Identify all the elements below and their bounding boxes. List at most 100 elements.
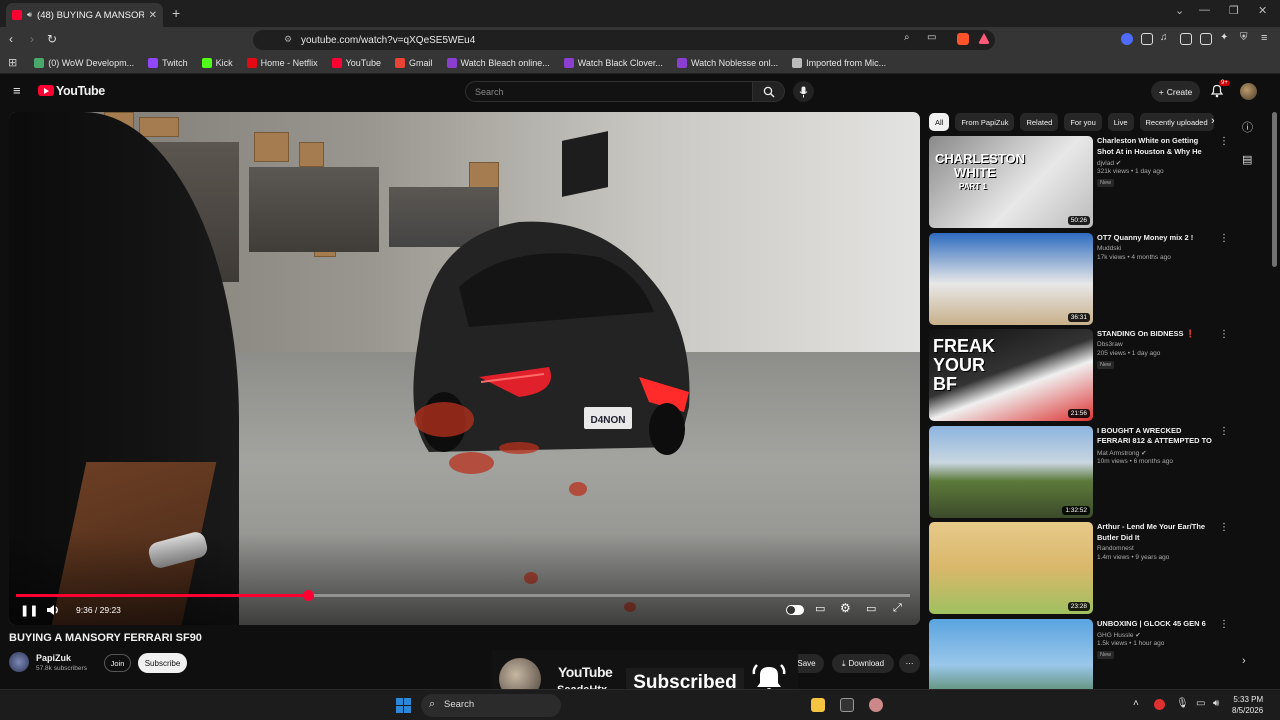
media-icon[interactable]: ♫ — [1160, 32, 1168, 43]
filter-chip[interactable]: For you — [1064, 113, 1102, 131]
recommendation-item[interactable]: FREAK YOUR BF 21:56 STANDING On BIDNESS ❗ D… — [929, 329, 1229, 421]
hamburger-menu-icon[interactable]: ≡ — [13, 83, 21, 98]
recommendation-item[interactable]: 1:32:52 I BOUGHT A WRECKED FERRARI 812 & … — [929, 425, 1229, 518]
bookmark-item[interactable]: Kick — [201, 57, 233, 68]
browser-tab-active[interactable]: 🔊︎ (48) BUYING A MANSORY FE ✕ — [6, 3, 163, 27]
brave-shield-icon[interactable] — [957, 33, 969, 45]
forward-icon[interactable]: › — [30, 32, 34, 46]
recommendation-title[interactable]: Charleston White on Getting Shot At in H… — [1097, 136, 1215, 157]
filter-chip[interactable]: From PapiZuk — [955, 113, 1015, 131]
subtitles-icon[interactable]: ▭ — [815, 602, 825, 615]
windows-start-icon[interactable] — [396, 698, 411, 713]
account-avatar[interactable] — [1240, 83, 1257, 100]
bookmark-item[interactable]: Watch Bleach online... — [446, 57, 550, 68]
system-clock[interactable]: 5:33 PM 8/5/2026 — [1232, 694, 1263, 716]
recommendation-thumbnail[interactable]: 36:31 — [929, 232, 1093, 325]
bookmark-item[interactable]: Imported from Mic... — [792, 57, 886, 68]
more-vertical-icon[interactable]: ⋮ — [1219, 136, 1229, 147]
bookmark-item[interactable]: Watch Black Clover... — [563, 57, 663, 68]
terminal-icon[interactable] — [840, 698, 854, 712]
recommendation-title[interactable]: UNBOXING | GLOCK 45 GEN 6 — [1097, 619, 1215, 630]
recommendation-title[interactable]: OT7 Quanny Money mix 2 ! — [1097, 233, 1215, 244]
wallet-icon[interactable] — [1200, 33, 1212, 45]
recommendation-channel[interactable]: Mat Armstrong ✔ — [1097, 449, 1147, 457]
cast-icon[interactable]: ▭ — [927, 32, 936, 43]
recommendation-channel[interactable]: Dbs3raw — [1097, 341, 1123, 348]
menu-icon[interactable]: ≡ — [1261, 32, 1267, 44]
new-tab-button[interactable]: + — [172, 5, 180, 21]
brave-rewards-icon[interactable] — [978, 33, 990, 44]
recommendation-thumbnail[interactable]: 23:28 — [929, 522, 1093, 614]
video-player[interactable]: D4NON — [9, 112, 920, 625]
recommendation-title[interactable]: STANDING On BIDNESS ❗ — [1097, 329, 1215, 340]
recommendation-title[interactable]: Arthur - Lend Me Your Ear/The Butler Did… — [1097, 522, 1215, 543]
maximize-button[interactable]: ❐ — [1229, 4, 1239, 17]
theater-mode-icon[interactable]: ▭ — [866, 602, 876, 615]
bookmark-item[interactable]: Twitch — [148, 57, 188, 68]
leo-ai-icon[interactable]: ✦ — [1220, 32, 1228, 43]
chat-icon[interactable]: ▤ — [1242, 153, 1252, 166]
bookmark-item[interactable]: (0) WoW Developm... — [34, 57, 134, 68]
microphone-tray-icon[interactable]: 🎙︎ — [1176, 698, 1189, 709]
download-button[interactable]: ⤓ Download — [832, 654, 894, 673]
youtube-logo-text[interactable]: YouTube — [56, 84, 105, 98]
apps-grid-icon[interactable]: ⊞ — [8, 56, 17, 69]
scrollbar-thumb[interactable] — [1272, 112, 1277, 267]
more-vertical-icon[interactable]: ⋮ — [1219, 619, 1229, 630]
close-window-button[interactable]: ✕ — [1258, 4, 1267, 17]
voice-search-button[interactable] — [793, 81, 814, 102]
channel-name[interactable]: PapiZuk — [36, 653, 71, 663]
more-vertical-icon[interactable]: ⋮ — [1219, 426, 1229, 437]
channel-avatar[interactable] — [9, 652, 29, 672]
recommendation-thumbnail[interactable]: CHARLESTON WHITE PART 1 50:26 — [929, 136, 1093, 228]
fullscreen-icon[interactable]: ⤢ — [893, 602, 902, 615]
tray-chevron-icon[interactable]: ˄ — [1133, 698, 1139, 709]
recommendation-channel[interactable]: Randomnest — [1097, 545, 1134, 552]
recommendation-item[interactable]: 36:31 OT7 Quanny Money mix 2 ! Muddski 17k … — [929, 232, 1229, 325]
more-vertical-icon[interactable]: ⋮ — [1219, 329, 1229, 340]
filter-chip[interactable]: Related — [1020, 113, 1059, 131]
bookmark-item[interactable]: Watch Noblesse onl... — [676, 57, 778, 68]
bookmark-item[interactable]: Home - Netflix — [246, 57, 318, 68]
tab-search-icon[interactable]: ⌄ — [1175, 4, 1184, 17]
search-input[interactable]: Search — [465, 81, 753, 102]
recommendation-item[interactable]: CHARLESTON WHITE PART 1 50:26 Charleston Wh… — [929, 136, 1229, 228]
vpn-icon[interactable]: ⛨ — [1240, 32, 1248, 43]
recommendation-thumbnail[interactable]: 1:32:52 — [929, 425, 1093, 518]
sidebar-icon[interactable] — [1180, 33, 1192, 45]
info-icon[interactable]: ⓘ — [1242, 119, 1253, 135]
recommendation-channel[interactable]: Muddski — [1097, 245, 1121, 252]
filter-chip[interactable]: All — [929, 113, 950, 131]
recommendation-title[interactable]: I BOUGHT A WRECKED FERRARI 812 & ATTEMPT… — [1097, 426, 1215, 447]
back-icon[interactable]: ‹ — [9, 32, 13, 46]
site-info-icon[interactable]: ⚙ — [284, 34, 292, 45]
autoplay-toggle[interactable] — [786, 605, 804, 615]
settings-gear-icon[interactable]: ⚙ — [840, 601, 851, 615]
volume-icon[interactable] — [46, 604, 60, 616]
app-icon[interactable] — [869, 698, 883, 712]
create-button[interactable]: + Create — [1151, 81, 1200, 102]
reload-icon[interactable]: ↻ — [47, 32, 57, 46]
more-vertical-icon[interactable]: ⋮ — [1219, 522, 1229, 533]
recommendation-thumbnail[interactable]: FREAK YOUR BF 21:56 — [929, 329, 1093, 421]
more-actions-button[interactable]: ⋯ — [899, 654, 920, 673]
search-button[interactable] — [752, 81, 785, 102]
filter-chip[interactable]: Recently uploaded — [1139, 113, 1214, 131]
network-icon[interactable]: ▭ — [1196, 698, 1205, 709]
volume-tray-icon[interactable]: 🔊︎ — [1213, 698, 1219, 709]
taskbar-search[interactable]: ⌕ Search — [421, 694, 561, 717]
zoom-icon[interactable]: ⌕ — [904, 32, 910, 43]
bookmark-item[interactable]: Gmail — [395, 57, 433, 68]
chips-next-chevron-icon[interactable]: › — [1211, 115, 1215, 127]
recommendation-item[interactable]: 23:28 Arthur - Lend Me Your Ear/The Butle… — [929, 522, 1229, 614]
extension-icon[interactable] — [1121, 33, 1133, 45]
filter-chip[interactable]: Live — [1107, 113, 1134, 131]
bookmark-item[interactable]: YouTube — [331, 57, 381, 68]
subscribe-button[interactable]: Subscribe — [138, 653, 187, 673]
join-button[interactable]: Join — [104, 654, 131, 672]
next-chevron-icon[interactable]: › — [1242, 655, 1246, 667]
recommendation-channel[interactable]: GHG Hussle ✔ — [1097, 631, 1141, 639]
tray-app-icon[interactable] — [1154, 699, 1165, 710]
extensions-puzzle-icon[interactable] — [1141, 33, 1153, 45]
recommendation-channel[interactable]: djvlad ✔ — [1097, 159, 1121, 167]
